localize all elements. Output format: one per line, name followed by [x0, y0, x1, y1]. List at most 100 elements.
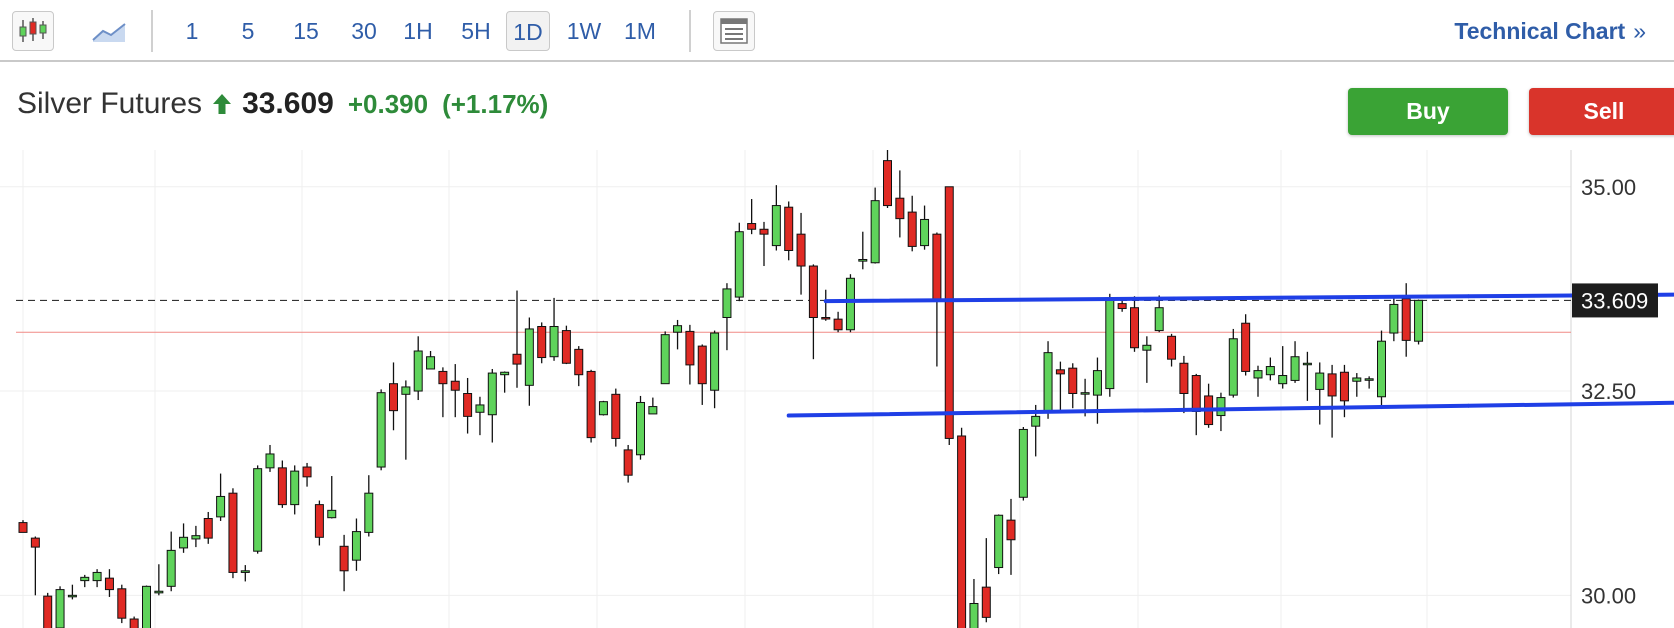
candle-body[interactable] [240, 570, 250, 573]
buy-button[interactable]: Buy [1348, 88, 1508, 135]
candle-body[interactable] [636, 401, 645, 456]
candle-body[interactable] [920, 218, 930, 247]
candle-body[interactable] [1290, 356, 1300, 381]
candle-body[interactable] [537, 325, 547, 359]
candle-body[interactable] [500, 371, 510, 376]
candle-body[interactable] [401, 386, 411, 395]
candle-body[interactable] [327, 509, 337, 519]
candle-body[interactable] [1253, 370, 1263, 379]
candle-body[interactable] [660, 334, 670, 385]
candle-body[interactable] [1117, 303, 1127, 310]
candle-body[interactable] [969, 602, 979, 628]
candle-body[interactable] [351, 531, 361, 561]
candle-body[interactable] [191, 535, 201, 540]
candle-body[interactable] [1228, 338, 1238, 396]
candle-body[interactable] [932, 233, 942, 302]
candle-body[interactable] [944, 186, 954, 439]
candle-body[interactable] [364, 492, 374, 533]
timeframe-1w[interactable]: 1W [560, 11, 608, 51]
candle-body[interactable] [290, 470, 300, 506]
candle-body[interactable] [1092, 370, 1102, 396]
timeframe-30[interactable]: 30 [340, 11, 388, 51]
candle-body[interactable] [463, 392, 473, 417]
trendline[interactable] [823, 294, 1470, 304]
candle-body[interactable] [277, 467, 287, 506]
candlestick-chart-icon[interactable] [12, 11, 54, 51]
candle-body[interactable] [710, 332, 720, 391]
candle-body[interactable] [1241, 322, 1251, 372]
candle-body[interactable] [821, 317, 831, 320]
candle-body[interactable] [1068, 367, 1078, 394]
technical-chart-link[interactable]: Technical Chart » [1454, 11, 1646, 51]
candle-body[interactable] [685, 330, 695, 366]
candle-body[interactable] [314, 504, 324, 538]
candle-body[interactable] [302, 466, 312, 478]
candle-body[interactable] [833, 318, 843, 331]
candle-body[interactable] [413, 350, 423, 392]
candle-body[interactable] [1339, 371, 1349, 402]
candle-body[interactable] [80, 576, 90, 582]
timeframe-1m[interactable]: 1M [618, 11, 662, 51]
candle-body[interactable] [648, 406, 658, 415]
candle-body[interactable] [450, 380, 460, 391]
candle-body[interactable] [895, 197, 905, 220]
candle-body[interactable] [179, 536, 189, 549]
candle-body[interactable] [845, 277, 855, 331]
candle-body[interactable] [1401, 298, 1411, 341]
candle-body[interactable] [1389, 303, 1399, 334]
candle-body[interactable] [339, 545, 349, 572]
candle-body[interactable] [1327, 373, 1337, 397]
candle-body[interactable] [858, 258, 868, 262]
timeframe-15[interactable]: 15 [284, 11, 328, 51]
candle-body[interactable] [598, 401, 608, 416]
candle-body[interactable] [994, 514, 1004, 569]
candle-body[interactable] [1414, 299, 1424, 342]
line-chart-icon[interactable] [88, 11, 130, 51]
candle-body[interactable] [1130, 307, 1139, 349]
candle-body[interactable] [1055, 369, 1065, 375]
candle-body[interactable] [92, 571, 102, 582]
candle-body[interactable] [487, 372, 497, 416]
candle-body[interactable] [18, 522, 28, 533]
candle-body[interactable] [981, 586, 991, 618]
candle-body[interactable] [117, 588, 127, 619]
timeframe-1d[interactable]: 1D [506, 11, 550, 51]
candle-body[interactable] [759, 228, 769, 235]
candle-body[interactable] [389, 383, 398, 412]
layout-icon[interactable] [713, 11, 755, 51]
timeframe-5h[interactable]: 5H [452, 11, 500, 51]
candle-body[interactable] [524, 328, 534, 386]
candle-body[interactable] [549, 325, 559, 358]
candle-body[interactable] [203, 518, 213, 539]
candle-body[interactable] [722, 288, 732, 319]
candle-body[interactable] [1278, 375, 1288, 385]
candle-body[interactable] [907, 211, 917, 247]
candle-body[interactable] [561, 330, 571, 364]
candle-body[interactable] [1142, 344, 1152, 351]
candle-body[interactable] [611, 393, 621, 439]
timeframe-5[interactable]: 5 [226, 11, 270, 51]
candle-body[interactable] [216, 495, 226, 518]
candle-body[interactable] [697, 345, 707, 385]
candle-body[interactable] [1315, 372, 1325, 390]
candle-body[interactable] [1018, 428, 1028, 498]
candle-body[interactable] [1364, 378, 1374, 381]
candle-body[interactable] [747, 223, 757, 230]
candle-body[interactable] [154, 590, 164, 594]
candle-body[interactable] [784, 206, 794, 252]
candle-body[interactable] [1179, 362, 1189, 394]
candle-body[interactable] [883, 160, 892, 207]
candle-body[interactable] [512, 353, 522, 365]
candle-body[interactable] [104, 577, 114, 591]
candle-body[interactable] [1191, 375, 1201, 412]
timeframe-1[interactable]: 1 [170, 11, 214, 51]
candle-body[interactable] [673, 325, 683, 333]
candle-body[interactable] [265, 453, 275, 469]
candle-body[interactable] [475, 404, 485, 413]
candle-body[interactable] [623, 449, 633, 476]
candle-body[interactable] [1080, 392, 1090, 395]
candle-body[interactable] [1043, 352, 1053, 413]
candle-body[interactable] [808, 265, 818, 319]
candle-body[interactable] [426, 356, 436, 370]
candle-body[interactable] [796, 233, 806, 267]
